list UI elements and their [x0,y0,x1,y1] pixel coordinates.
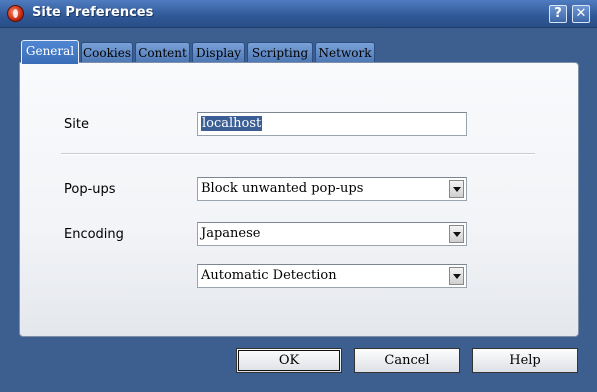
site-field[interactable]: localhost [197,112,467,136]
tab-display[interactable]: Display [192,42,245,64]
section-divider [61,153,535,155]
site-label: Site [64,117,89,132]
help-button[interactable]: Help [472,348,578,373]
ok-button[interactable]: OK [236,348,342,373]
site-value: localhost [201,116,263,131]
encoding-value: Japanese [201,226,261,241]
popups-value: Block unwanted pop-ups [201,181,364,196]
tab-scripting[interactable]: Scripting [247,42,313,64]
detection-value: Automatic Detection [201,268,337,283]
popups-label: Pop-ups [64,182,116,197]
general-panel: Site localhost Pop-ups Block unwanted po… [19,62,579,337]
encoding-select[interactable]: Japanese [197,222,467,246]
opera-logo-icon [7,5,24,22]
cancel-button[interactable]: Cancel [354,348,460,373]
tab-content[interactable]: Content [135,42,190,64]
tab-general[interactable]: General [21,40,79,64]
tab-cookies[interactable]: Cookies [81,42,133,64]
help-title-button[interactable]: ? [549,5,567,23]
chevron-down-icon[interactable] [449,180,464,198]
popups-select[interactable]: Block unwanted pop-ups [197,177,467,201]
window-title: Site Preferences [32,5,154,20]
chevron-down-icon[interactable] [449,267,464,285]
chevron-down-icon[interactable] [449,225,464,243]
close-title-button[interactable]: ✕ [572,5,590,23]
title-bar[interactable]: Site Preferences ? ✕ [0,0,597,28]
tab-network[interactable]: Network [315,42,375,64]
detection-select[interactable]: Automatic Detection [197,264,467,288]
encoding-label: Encoding [64,227,124,242]
